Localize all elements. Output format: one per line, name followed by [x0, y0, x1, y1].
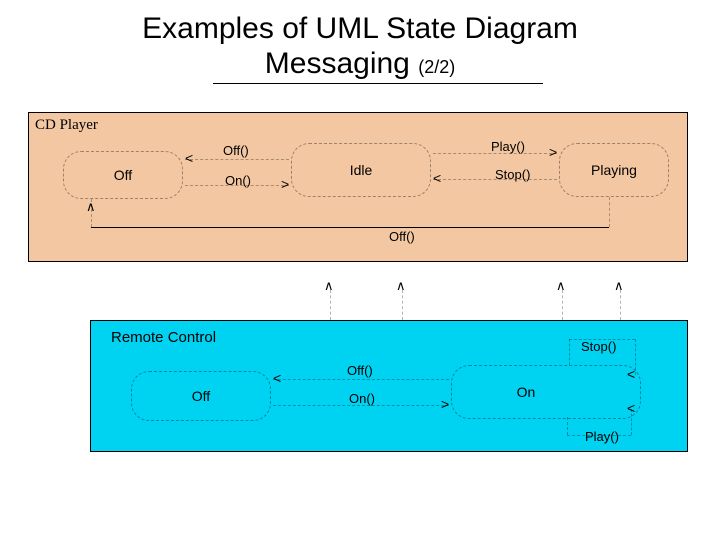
state-off: Off [63, 151, 183, 199]
msg-line-3 [562, 290, 563, 320]
rc-event-stop: Stop() [581, 339, 616, 354]
msg-arrow-2 [396, 278, 406, 292]
rc-event-off: Off() [347, 363, 373, 378]
state-off-label: Off [114, 167, 132, 183]
rc-state-off: Off [131, 371, 271, 421]
rc-arrow-on-to-off [273, 371, 281, 385]
event-on: On() [225, 173, 251, 188]
event-stop: Stop() [495, 167, 530, 182]
rc-play-arrow [627, 401, 635, 415]
arrow-idle-to-off [185, 151, 193, 165]
arrow-idle-to-playing [549, 145, 557, 159]
arrow-playing-to-idle [433, 171, 441, 185]
rc-event-on: On() [349, 391, 375, 406]
title-line2: Messaging [265, 47, 410, 80]
event-play: Play() [491, 139, 525, 154]
msg-arrow-4 [614, 278, 624, 292]
page-title: Examples of UML State Diagram Messaging … [0, 0, 720, 81]
arrow-off2-to-off [86, 199, 96, 213]
rc-edge-top [273, 379, 449, 380]
edge-off-long [91, 227, 609, 228]
rc-state-off-label: Off [192, 388, 210, 404]
event-off: Off() [223, 143, 249, 158]
msg-line-1 [330, 290, 331, 320]
edge-playing-down [609, 197, 610, 227]
state-playing: Playing [559, 143, 669, 197]
rc-state-on: On [451, 365, 641, 419]
cd-panel-title: CD Player [35, 117, 98, 134]
msg-line-2 [402, 290, 403, 320]
rc-stop-arrow [627, 367, 635, 381]
cd-player-panel: CD Player Off Idle Playing Off() On() Pl… [28, 112, 688, 262]
title-line1: Examples of UML State Diagram [142, 12, 578, 45]
state-playing-label: Playing [591, 162, 637, 178]
rc-play-up [567, 417, 568, 435]
title-page: (2/2) [418, 57, 455, 77]
arrow-off-to-idle [281, 177, 289, 191]
state-idle-label: Idle [350, 162, 373, 178]
rc-state-on-label: On [517, 384, 536, 400]
remote-control-panel: Remote Control Off On Off() On() Stop() … [90, 320, 688, 452]
rc-event-play: Play() [585, 429, 619, 444]
rc-arrow-off-to-on [441, 397, 449, 411]
edge-off-idle-top [185, 159, 289, 160]
rc-stop-up [569, 339, 570, 365]
state-idle: Idle [291, 143, 431, 197]
rc-stop-top [569, 339, 635, 340]
msg-arrow-1 [324, 278, 334, 292]
title-underline [213, 83, 543, 84]
msg-arrow-3 [556, 278, 566, 292]
event-off2: Off() [389, 229, 415, 244]
rc-panel-title: Remote Control [111, 329, 216, 346]
msg-line-4 [620, 290, 621, 320]
